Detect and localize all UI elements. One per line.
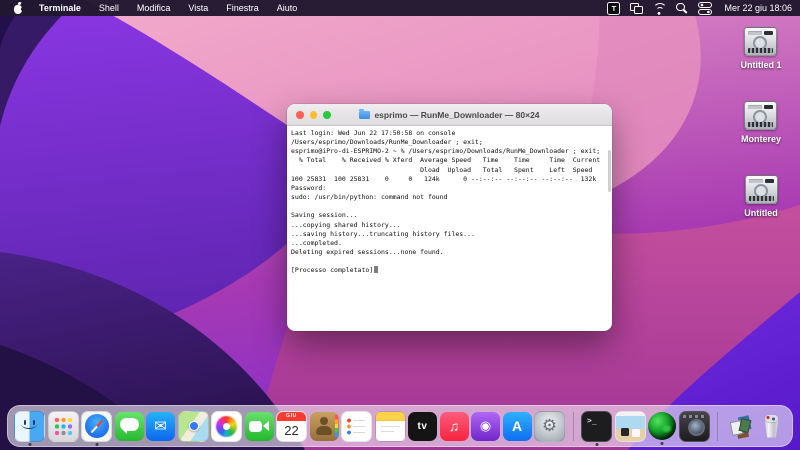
menu-shell[interactable]: Shell bbox=[90, 3, 128, 13]
hard-drive-icon bbox=[744, 27, 777, 56]
dock-icon-downloads[interactable] bbox=[726, 412, 755, 441]
terminal-line bbox=[291, 257, 608, 266]
dock-icon-mail[interactable]: ✉ bbox=[146, 412, 175, 441]
systemprefs-glyph: ⚙ bbox=[535, 412, 564, 441]
running-indicator bbox=[28, 443, 31, 446]
status-icons: T bbox=[598, 2, 712, 15]
drive-label: Monterey bbox=[741, 134, 781, 144]
dock-icon-music[interactable]: ♫ bbox=[440, 412, 469, 441]
dock-icon-finder[interactable] bbox=[14, 411, 45, 442]
dock-icon-appstore[interactable]: A bbox=[503, 412, 532, 441]
wifi-icon[interactable] bbox=[652, 2, 666, 15]
running-indicator bbox=[95, 443, 98, 446]
music-glyph: ♫ bbox=[440, 412, 469, 441]
search-icon[interactable] bbox=[675, 2, 689, 15]
drive-label: Untitled bbox=[744, 208, 778, 218]
terminal-line: Dload Upload Total Spent Left Speed bbox=[291, 166, 608, 175]
dock-icon-safari[interactable] bbox=[81, 411, 112, 442]
dock-icon-terminal[interactable]: >_ bbox=[581, 411, 612, 442]
dock-separator bbox=[717, 412, 718, 441]
running-indicator bbox=[595, 443, 598, 446]
menu-aiuto[interactable]: Aiuto bbox=[268, 3, 307, 13]
dock-icon-facetime[interactable] bbox=[245, 412, 274, 441]
terminal-cursor bbox=[374, 266, 378, 273]
dock-icon-globeapp[interactable] bbox=[648, 412, 676, 440]
hard-drive-icon bbox=[744, 101, 777, 130]
appstore-glyph: A bbox=[503, 412, 532, 441]
terminal-content[interactable]: Last login: Wed Jun 22 17:50:58 on conso… bbox=[287, 126, 612, 278]
terminal-line: esprimo@iPro-di-ESPRIMO-2 ~ % /Users/esp… bbox=[291, 147, 608, 156]
terminal-line: ...completed. bbox=[291, 239, 608, 248]
desktop-screen: TerminaleShellModificaVistaFinestraAiuto… bbox=[0, 0, 800, 450]
terminal-scrollbar[interactable] bbox=[608, 150, 611, 192]
dock-icon-trash[interactable] bbox=[757, 412, 786, 441]
drive-label: Untitled 1 bbox=[740, 60, 781, 70]
terminal-window[interactable]: esprimo — RunMe_Downloader — 80×24 Last … bbox=[287, 104, 612, 331]
terminal-line: Password: bbox=[291, 184, 608, 193]
dock-icon-calendar[interactable]: GIU22 bbox=[276, 411, 307, 442]
menu-vista[interactable]: Vista bbox=[179, 3, 217, 13]
dock-icon-messages[interactable] bbox=[115, 412, 144, 441]
terminal-line: /Users/esprimo/Downloads/RunMe_Downloade… bbox=[291, 138, 608, 147]
appletv-glyph: tv bbox=[408, 412, 437, 441]
dock-icon-systemprefs[interactable]: ⚙ bbox=[534, 411, 565, 442]
title-area: esprimo — RunMe_Downloader — 80×24 bbox=[287, 104, 612, 125]
menu-finestra[interactable]: Finestra bbox=[217, 3, 268, 13]
hard-drive-icon bbox=[745, 175, 778, 204]
desktop-drives: Untitled 1 Monterey Untitled bbox=[728, 27, 794, 249]
menu-bar-clock[interactable]: Mer 22 giu 18:06 bbox=[724, 3, 792, 13]
dock-icon-podcasts[interactable]: ◉ bbox=[471, 412, 500, 441]
menu-modifica[interactable]: Modifica bbox=[128, 3, 180, 13]
terminal-titlebar[interactable]: esprimo — RunMe_Downloader — 80×24 bbox=[287, 104, 612, 126]
menu-bar-right: T Mer 22 giu 18:06 bbox=[598, 2, 792, 15]
podcasts-glyph: ◉ bbox=[471, 412, 500, 441]
terminal-line: ...saving history...truncating history f… bbox=[291, 230, 608, 239]
terminal-line: [Processo completato] bbox=[291, 266, 608, 275]
terminal-line: 100 25831 100 25831 0 0 124k 0 --:--:-- … bbox=[291, 175, 608, 184]
terminal-glyph: >_ bbox=[582, 412, 611, 441]
dock-icon-photos[interactable] bbox=[211, 411, 242, 442]
terminal-line: % Total % Received % Xferd Average Speed… bbox=[291, 156, 608, 165]
desktop-drive-untitled-1[interactable]: Untitled 1 bbox=[740, 27, 781, 70]
dock-icon-cameraapp[interactable] bbox=[679, 411, 710, 442]
terminal-line: ...copying shared history... bbox=[291, 221, 608, 230]
window-title: esprimo — RunMe_Downloader — 80×24 bbox=[374, 110, 539, 120]
dock-icon-appletv[interactable]: tv bbox=[408, 412, 437, 441]
dock-icon-diskimage[interactable] bbox=[615, 411, 646, 442]
dock-icon-launchpad[interactable] bbox=[48, 411, 79, 442]
dock-icon-notes[interactable] bbox=[375, 411, 406, 442]
terminal-line: Last login: Wed Jun 22 17:50:58 on conso… bbox=[291, 129, 608, 138]
dock-icon-maps[interactable] bbox=[178, 411, 209, 442]
calendar-day: 22 bbox=[277, 421, 306, 441]
terminal-line: Saving session... bbox=[291, 211, 608, 220]
terminal-line bbox=[291, 202, 608, 211]
menu-list: TerminaleShellModificaVistaFinestraAiuto bbox=[30, 3, 306, 13]
desktop-drive-monterey[interactable]: Monterey bbox=[741, 101, 781, 144]
calendar-month: GIU bbox=[277, 412, 306, 421]
apple-menu-icon[interactable] bbox=[12, 2, 24, 14]
dock: ✉ GIU22 tv♫◉A⚙ >_ bbox=[7, 405, 793, 447]
dock-separator bbox=[573, 412, 574, 441]
desktop-drive-untitled[interactable]: Untitled bbox=[744, 175, 778, 218]
menu-terminale[interactable]: Terminale bbox=[30, 3, 90, 13]
boxed-t-icon[interactable]: T bbox=[607, 2, 620, 15]
screen-mirroring-icon[interactable] bbox=[629, 2, 643, 15]
dock-icon-contacts[interactable] bbox=[310, 412, 339, 441]
running-indicator bbox=[661, 442, 664, 445]
menu-bar: TerminaleShellModificaVistaFinestraAiuto… bbox=[0, 0, 800, 16]
mail-glyph: ✉ bbox=[146, 412, 175, 441]
dock-icon-reminders[interactable] bbox=[341, 411, 372, 442]
folder-proxy-icon[interactable] bbox=[359, 111, 370, 119]
terminal-line: Deleting expired sessions...none found. bbox=[291, 248, 608, 257]
terminal-line: sudo: /usr/bin/python: command not found bbox=[291, 193, 608, 202]
control-center-icon[interactable] bbox=[698, 2, 712, 15]
